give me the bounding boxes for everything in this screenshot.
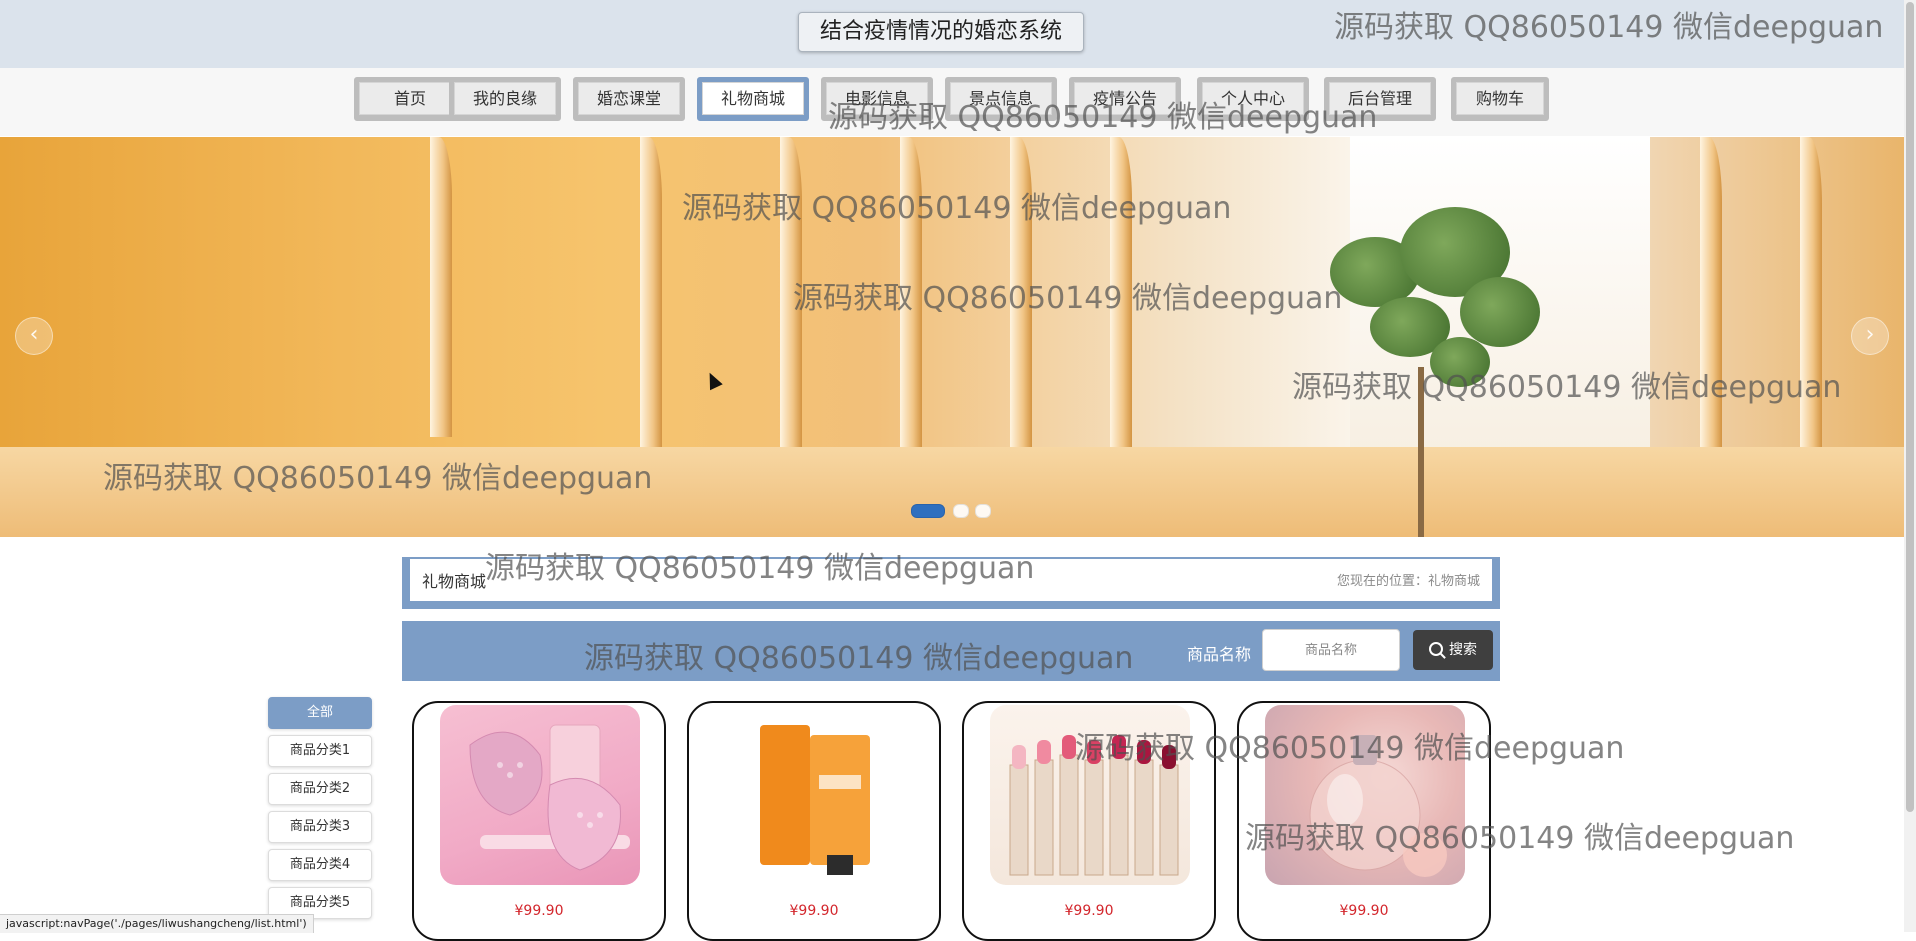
- category-item[interactable]: 商品分类2: [268, 773, 372, 805]
- search-input[interactable]: [1262, 629, 1400, 671]
- breadcrumb: 您现在的位置：礼物商城: [1336, 574, 1480, 589]
- product-card[interactable]: ¥99.90: [962, 701, 1216, 941]
- scrollbar-thumb[interactable]: [1906, 2, 1914, 812]
- category-item[interactable]: 商品分类3: [268, 811, 372, 843]
- search-button-label: 搜索: [1449, 642, 1477, 658]
- main-nav: 首页 我的良缘 婚恋课堂 礼物商城 电影信息 景点信息 疫情公告 个人中心 后台…: [0, 68, 1904, 136]
- status-link-preview: javascript:navPage('./pages/liwushangche…: [0, 914, 314, 933]
- banner-plant-leaf: [1460, 277, 1540, 347]
- nav-item-cart[interactable]: 购物车: [1451, 77, 1549, 121]
- location-bar: 礼物商城 您现在的位置：礼物商城: [402, 557, 1500, 609]
- carousel-prev-button[interactable]: ‹: [15, 317, 53, 355]
- category-item[interactable]: 商品分类4: [268, 849, 372, 881]
- site-header: 结合疫情情况的婚恋系统: [0, 0, 1904, 69]
- facial-cleanser-icon: [469, 724, 630, 871]
- banner-partition: [430, 137, 452, 437]
- category-item[interactable]: 商品分类1: [268, 735, 372, 767]
- nav-item-movies[interactable]: 电影信息: [821, 77, 933, 121]
- banner-desk: [0, 447, 1904, 537]
- nav-item-my-match[interactable]: 我的良缘: [449, 77, 561, 121]
- banner-plant-trunk: [1418, 367, 1424, 537]
- banner-partition: [780, 137, 802, 467]
- banner-plant-leaf: [1430, 337, 1490, 387]
- nav-item-gift-shop[interactable]: 礼物商城: [697, 77, 809, 121]
- carousel-next-button[interactable]: ›: [1851, 317, 1889, 355]
- product-card[interactable]: ¥99.90: [1237, 701, 1491, 941]
- product-price: ¥99.90: [1339, 903, 1389, 919]
- banner-partition: [1700, 137, 1722, 467]
- search-button[interactable]: 搜索: [1413, 630, 1493, 670]
- banner-partition: [900, 137, 922, 477]
- category-all[interactable]: 全部: [268, 697, 372, 729]
- nav-item-epidemic-notice[interactable]: 疫情公告: [1069, 77, 1181, 121]
- product-card[interactable]: ¥99.90: [412, 701, 666, 941]
- carousel-dot-1[interactable]: [911, 504, 945, 518]
- perfume-bottle-icon: [1309, 735, 1447, 877]
- banner-partition: [1800, 137, 1822, 477]
- product-image[interactable]: [440, 705, 640, 885]
- product-price: ¥99.90: [514, 903, 564, 919]
- banner-partition: [640, 137, 662, 457]
- nav-item-admin[interactable]: 后台管理: [1324, 77, 1436, 121]
- search-label: 商品名称: [1187, 645, 1252, 664]
- product-image[interactable]: [715, 705, 915, 885]
- nav-item-profile[interactable]: 个人中心: [1197, 77, 1309, 121]
- site-title: 结合疫情情况的婚恋系统: [798, 12, 1084, 52]
- lipstick-set-icon: [1009, 735, 1179, 876]
- sunscreen-tube-icon: [760, 725, 870, 875]
- product-card[interactable]: ¥99.90: [687, 701, 941, 941]
- product-image[interactable]: [1265, 705, 1465, 885]
- hero-carousel[interactable]: ‹ ›: [0, 137, 1904, 537]
- product-price: ¥99.90: [1064, 903, 1114, 919]
- carousel-dot-3[interactable]: [975, 504, 991, 518]
- nav-item-classroom[interactable]: 婚恋课堂: [573, 77, 685, 121]
- nav-item-attractions[interactable]: 景点信息: [945, 77, 1057, 121]
- page-scrollbar[interactable]: [1904, 0, 1916, 932]
- banner-partition: [1110, 137, 1132, 457]
- product-image[interactable]: [990, 705, 1190, 885]
- search-icon: [1429, 642, 1443, 656]
- search-bar: 商品名称 搜索: [402, 621, 1500, 681]
- carousel-dot-2[interactable]: [953, 504, 969, 518]
- section-title: 礼物商城: [422, 572, 487, 591]
- banner-partition: [1010, 137, 1032, 467]
- product-price: ¥99.90: [789, 903, 839, 919]
